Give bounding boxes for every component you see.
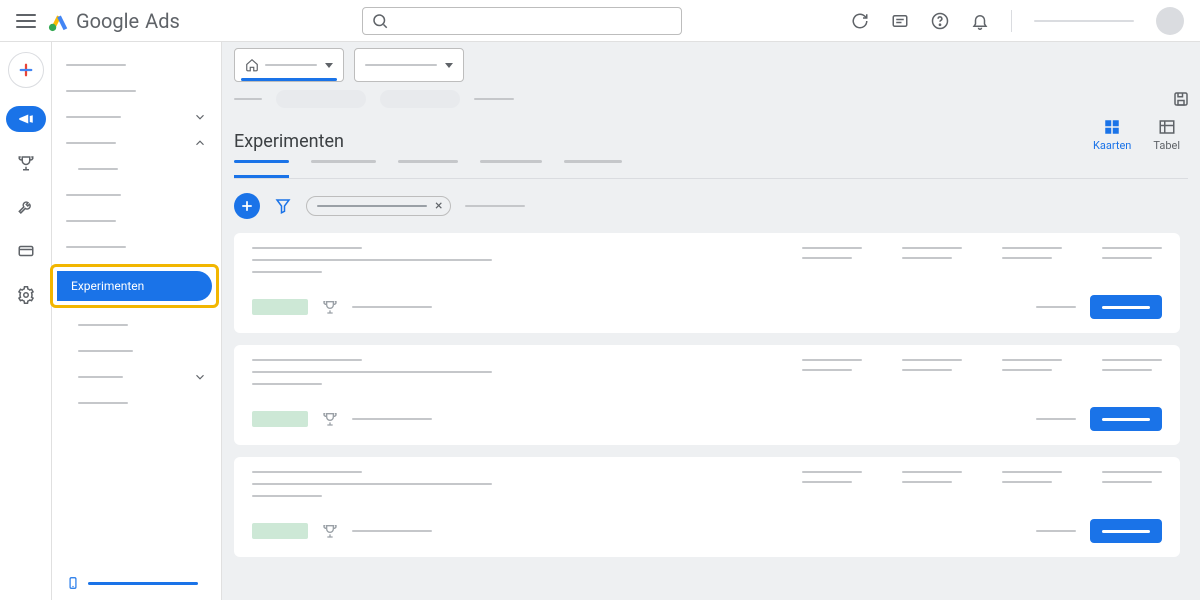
search-input[interactable] — [389, 13, 673, 28]
filter-placeholder — [465, 205, 525, 207]
crumb[interactable] — [234, 98, 262, 100]
chevron-down-icon — [193, 110, 207, 124]
menu-icon[interactable] — [16, 14, 36, 28]
trophy-icon — [322, 523, 338, 539]
save-view-icon[interactable] — [1172, 90, 1190, 108]
sidebar-item[interactable] — [52, 208, 221, 234]
status-badge — [252, 411, 308, 427]
chevron-down-icon — [445, 63, 453, 68]
refresh-icon[interactable] — [851, 12, 869, 30]
filter-chip[interactable]: × — [306, 196, 451, 216]
sidebar-subitem[interactable] — [52, 364, 221, 390]
main-content: Experimenten Kaarten Tabel — [222, 42, 1200, 600]
sidebar-footer[interactable] — [66, 574, 198, 592]
scope-selectors — [222, 42, 1200, 82]
sidebar-subitem[interactable] — [52, 338, 221, 364]
view-switch: Kaarten Tabel — [1093, 118, 1180, 152]
sidebar-subitem[interactable] — [52, 390, 221, 416]
sidebar-subitem[interactable] — [52, 312, 221, 338]
trophy-icon — [322, 411, 338, 427]
tab[interactable] — [398, 160, 458, 178]
ads-logo-icon — [48, 10, 70, 32]
filter-row: × — [222, 179, 1200, 233]
rail-goals[interactable] — [6, 150, 46, 176]
tabs — [222, 152, 1200, 178]
experiment-card[interactable] — [234, 345, 1180, 445]
toolbar-separator — [1011, 10, 1012, 32]
sidebar-item[interactable] — [52, 52, 221, 78]
product-name: Google — [76, 9, 139, 33]
campaign-selector[interactable] — [354, 48, 464, 82]
crumb-chip[interactable] — [276, 90, 366, 108]
status-badge — [252, 523, 308, 539]
view-cards[interactable]: Kaarten — [1093, 118, 1131, 152]
account-selector[interactable] — [234, 48, 344, 82]
rail-admin[interactable] — [6, 282, 46, 308]
home-icon — [245, 58, 259, 72]
rail-tools[interactable] — [6, 194, 46, 220]
status-badge — [252, 299, 308, 315]
card-primary-button[interactable] — [1090, 295, 1162, 319]
table-icon — [1158, 118, 1176, 136]
sidebar-item[interactable] — [52, 182, 221, 208]
product-logo[interactable]: Google Ads — [48, 9, 180, 33]
plus-icon — [240, 199, 254, 213]
card-primary-button[interactable] — [1090, 407, 1162, 431]
tab[interactable] — [480, 160, 542, 178]
sidebar-item[interactable] — [52, 234, 221, 260]
view-cards-label: Kaarten — [1093, 139, 1131, 152]
rail-campaigns[interactable] — [6, 106, 46, 132]
view-table-label: Tabel — [1153, 139, 1180, 152]
chevron-up-icon — [193, 136, 207, 150]
notifications-icon[interactable] — [971, 12, 989, 30]
trophy-icon — [322, 299, 338, 315]
breadcrumb — [222, 82, 1200, 118]
help-icon[interactable] — [931, 12, 949, 30]
experiment-card[interactable] — [234, 233, 1180, 333]
product-sub: Ads — [145, 9, 180, 33]
sidebar-item-expanded[interactable] — [52, 130, 221, 156]
card-primary-button[interactable] — [1090, 519, 1162, 543]
sidebar-item[interactable] — [52, 78, 221, 104]
crumb[interactable] — [474, 98, 514, 100]
cards-icon — [1103, 118, 1121, 136]
chip-remove-icon[interactable]: × — [435, 198, 442, 214]
sidebar: Experimenten — [52, 42, 222, 600]
chevron-down-icon — [193, 370, 207, 384]
tab[interactable] — [564, 160, 622, 178]
crumb-chip[interactable] — [380, 90, 460, 108]
account-name-placeholder[interactable] — [1034, 20, 1134, 22]
filter-icon[interactable] — [274, 197, 292, 215]
view-table[interactable]: Tabel — [1153, 118, 1180, 152]
add-experiment-button[interactable] — [234, 193, 260, 219]
messages-icon[interactable] — [891, 12, 909, 30]
header-toolbar — [851, 7, 1184, 35]
sidebar-item-experimenten[interactable]: Experimenten — [57, 271, 212, 301]
create-button[interactable] — [8, 52, 44, 88]
sidebar-highlight-frame: Experimenten — [50, 264, 219, 308]
tab[interactable] — [234, 160, 289, 178]
search-icon — [371, 12, 389, 30]
tab[interactable] — [311, 160, 376, 178]
mobile-icon — [66, 574, 80, 592]
experiment-card[interactable] — [234, 457, 1180, 557]
experiment-cards — [222, 233, 1200, 577]
chevron-down-icon — [325, 63, 333, 68]
nav-rail — [0, 42, 52, 600]
avatar[interactable] — [1156, 7, 1184, 35]
page-title: Experimenten — [234, 131, 344, 152]
sidebar-active-label: Experimenten — [71, 279, 144, 293]
search-input-wrap[interactable] — [362, 7, 682, 35]
sidebar-subitem[interactable] — [52, 156, 221, 182]
sidebar-item[interactable] — [52, 104, 221, 130]
app-header: Google Ads — [0, 0, 1200, 42]
rail-billing[interactable] — [6, 238, 46, 264]
